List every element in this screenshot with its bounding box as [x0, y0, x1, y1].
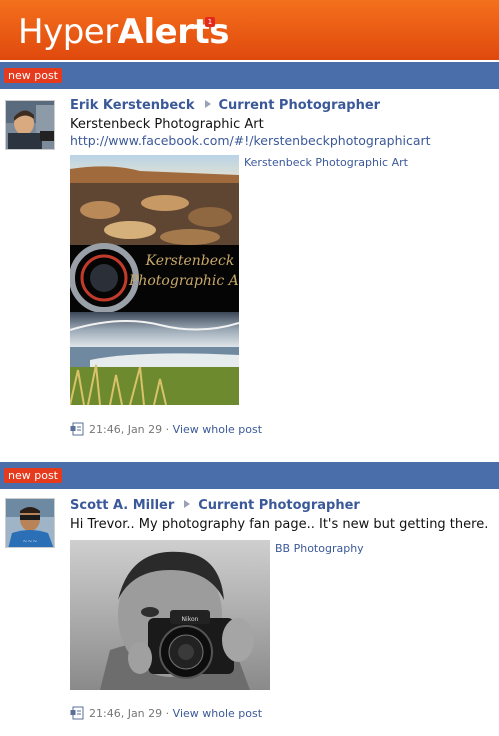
author-link[interactable]: Erik Kerstenbeck [70, 98, 195, 113]
post-footer: 21:46, Jan 29 · View whole post [70, 706, 262, 723]
author-link[interactable]: Scott A. Miller [70, 498, 174, 513]
avatar-image [6, 101, 54, 149]
post-timestamp: 21:46, Jan 29 [89, 707, 163, 720]
target-page-link[interactable]: Current Photographer [219, 98, 381, 113]
avatar-image: ~~~ [6, 499, 54, 547]
post-message: Kerstenbeck Photographic Art [70, 117, 264, 132]
avatar[interactable] [5, 100, 55, 150]
app-header: HyperAlerts 1 [0, 0, 499, 60]
attachment-image[interactable]: Kerstenbeck Photographic Art [70, 155, 239, 405]
post-header-bar: new post [0, 462, 499, 489]
post-footer: 21:46, Jan 29 · View whole post [70, 422, 262, 439]
post-header-bar: new post [0, 62, 499, 89]
post-type-icon [70, 706, 84, 723]
new-post-badge: new post [4, 468, 62, 483]
attachment-caption-link[interactable]: BB Photography [275, 542, 364, 555]
arrow-right-icon [184, 500, 191, 508]
image-text-line2: Photographic Art [128, 273, 239, 289]
attachment-caption-link[interactable]: Kerstenbeck Photographic Art [244, 156, 408, 169]
post-type-icon [70, 422, 84, 439]
target-page-link[interactable]: Current Photographer [198, 498, 360, 513]
svg-text:~~~: ~~~ [22, 538, 37, 545]
new-post-badge: new post [4, 68, 62, 83]
post-message: Hi Trevor.. My photography fan page.. It… [70, 517, 489, 532]
notification-badge[interactable]: 1 [205, 17, 215, 27]
image-text-line1: Kerstenbeck [145, 253, 235, 269]
attachment-image[interactable]: Nikon [70, 540, 270, 690]
hyperalerts-logo[interactable]: HyperAlerts [18, 10, 229, 54]
view-whole-post-link[interactable]: View whole post [173, 423, 262, 436]
post-meta: Erik Kerstenbeck Current Photographer [70, 98, 380, 113]
post-timestamp: 21:46, Jan 29 [89, 423, 163, 436]
separator: · [165, 423, 170, 436]
post-meta: Scott A. Miller Current Photographer [70, 498, 360, 513]
svg-text:Nikon: Nikon [182, 616, 199, 623]
view-whole-post-link[interactable]: View whole post [173, 707, 262, 720]
arrow-right-icon [204, 100, 211, 108]
avatar[interactable]: ~~~ [5, 498, 55, 548]
separator: · [165, 707, 170, 720]
post-url-link[interactable]: http://www.facebook.com/#!/kerstenbeckph… [70, 133, 431, 148]
